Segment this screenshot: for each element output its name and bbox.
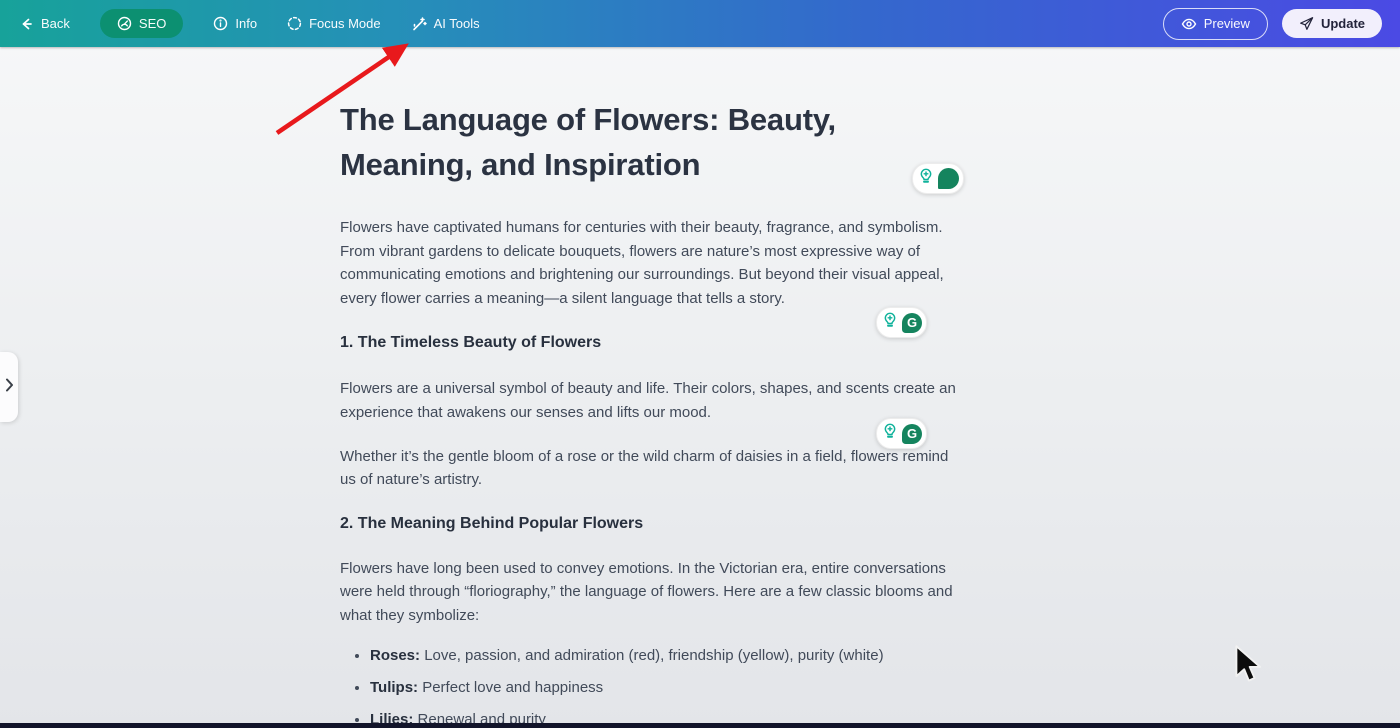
section1-paragraph-1[interactable]: Flowers are a universal symbol of beauty… [340, 377, 962, 424]
back-arrow-icon [18, 16, 34, 32]
grammarly-icon: G [902, 312, 922, 333]
back-label: Back [41, 16, 70, 31]
preview-label: Preview [1203, 16, 1250, 31]
section2-paragraph-1[interactable]: Flowers have long been used to convey em… [340, 557, 962, 628]
mouse-cursor [1235, 645, 1261, 682]
focus-mode-button[interactable]: Focus Mode [287, 16, 381, 31]
info-label: Info [235, 16, 258, 31]
lightbulb-plus-icon [881, 311, 899, 334]
list-item-tulips[interactable]: Tulips: Perfect love and happiness [370, 676, 962, 700]
seo-gauge-icon [117, 16, 132, 31]
list-meaning: Love, passion, and admiration (red), fri… [420, 646, 884, 664]
chevron-right-icon [4, 377, 15, 398]
lightbulb-plus-icon [881, 422, 899, 445]
focus-dashed-circle-icon [287, 16, 302, 31]
paragraph-intro[interactable]: Flowers have captivated humans for centu… [340, 216, 962, 310]
lightbulb-plus-icon [917, 167, 935, 190]
focus-mode-label: Focus Mode [309, 16, 381, 31]
back-button[interactable]: Back [18, 16, 70, 32]
toolbar-right-group: Preview Update [1162, 7, 1382, 40]
toolbar-left-group: Back SEO Info Focus Mode AI Tools [18, 9, 480, 38]
list-term: Roses: [370, 646, 421, 664]
info-circle-icon [213, 16, 228, 31]
section1-heading[interactable]: 1. The Timeless Beauty of Flowers [340, 332, 962, 353]
ai-tools-label: AI Tools [433, 16, 480, 31]
section1-paragraph-2[interactable]: Whether it’s the gentle bloom of a rose … [340, 445, 962, 492]
ai-tools-button[interactable]: AI Tools [411, 16, 480, 32]
eye-icon [1181, 16, 1197, 32]
editor-canvas[interactable]: The Language of Flowers: Beauty, Meaning… [340, 47, 964, 728]
list-term: Tulips: [370, 678, 419, 696]
editor-toolbar: Back SEO Info Focus Mode AI Tools Previe… [0, 0, 1400, 47]
update-label: Update [1320, 16, 1365, 31]
document-title[interactable]: The Language of Flowers: Beauty, Meaning… [340, 97, 962, 187]
magic-wand-icon [411, 16, 427, 32]
sidebar-expander[interactable] [0, 352, 18, 422]
update-button[interactable]: Update [1281, 9, 1382, 38]
grammarly-icon: G [902, 423, 922, 444]
section2-heading[interactable]: 2. The Meaning Behind Popular Flowers [340, 513, 962, 534]
info-button[interactable]: Info [213, 16, 257, 31]
flower-meaning-list[interactable]: Roses: Love, passion, and admiration (re… [340, 644, 962, 728]
send-plane-icon [1299, 16, 1314, 31]
preview-button[interactable]: Preview [1162, 7, 1268, 40]
seo-button[interactable]: SEO [99, 9, 184, 38]
window-bottom-edge [0, 723, 1400, 728]
assistant-badge-title[interactable] [912, 163, 964, 194]
list-meaning: Perfect love and happiness [418, 678, 604, 696]
grammarly-icon [938, 168, 959, 189]
assistant-badge-intro[interactable]: G [876, 307, 927, 338]
assistant-badge-section1[interactable]: G [876, 418, 927, 449]
seo-label: SEO [138, 16, 167, 31]
list-item-roses[interactable]: Roses: Love, passion, and admiration (re… [370, 644, 962, 668]
